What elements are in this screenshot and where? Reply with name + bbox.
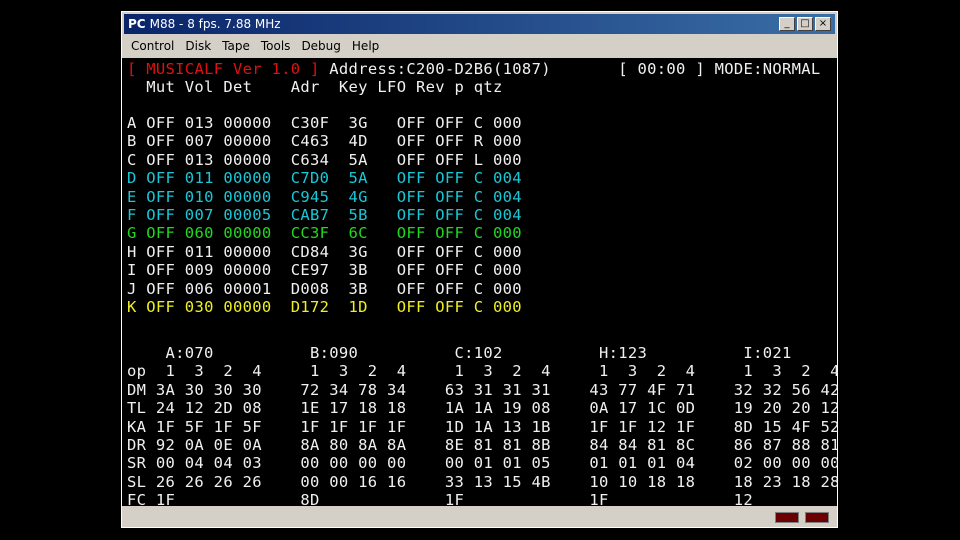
voice-row: DR 92 0A 0E 0A 8A 80 8A 8A 8E 81 81 8B 8… [127, 436, 837, 454]
channel-data: OFF 013 00000 C30F 3G OFF OFF C 000 [146, 114, 522, 132]
voice-row: SL 26 26 26 26 00 00 16 16 33 13 15 4B 1… [127, 472, 837, 491]
menu-tools[interactable]: Tools [261, 39, 291, 53]
address-readout: Address:C200-D2B6(1087) [329, 60, 551, 78]
channel-data: OFF 007 00000 C463 4D OFF OFF R 000 [146, 132, 522, 151]
channel-id: G [127, 224, 137, 243]
voice-header: A:070 B:090 C:102 H:123 I:021 J:090 [165, 344, 792, 362]
voice-row: TL 24 12 2D 08 1E 17 18 18 1A 1A 19 08 0… [127, 399, 837, 418]
menu-bar: Control Disk Tape Tools Debug Help [124, 36, 835, 56]
drive-led-1 [775, 512, 799, 523]
channel-row: A OFF 013 00000 C30F 3G OFF OFF C 000 [127, 114, 522, 132]
status-bar [124, 508, 835, 526]
channel-id: K [127, 298, 137, 316]
channel-row: G OFF 060 00000 CC3F 6C OFF OFF C 000 [127, 224, 522, 242]
minimize-button[interactable]: _ [779, 17, 795, 31]
voice-row: DM 3A 30 30 30 72 34 78 34 63 31 31 31 4… [127, 380, 837, 399]
channel-row: K OFF 030 00000 D172 1D OFF OFF C 000 [127, 298, 522, 316]
channel-row: B OFF 007 00000 C463 4D OFF OFF R 000 [127, 132, 522, 150]
channel-data: OFF 006 00001 D008 3B OFF OFF C 000 [146, 279, 522, 298]
channel-id: I [127, 261, 137, 280]
channel-id: A [127, 114, 137, 132]
channel-row: I OFF 009 00000 CE97 3B OFF OFF C 000 [127, 261, 522, 279]
menu-tape[interactable]: Tape [222, 39, 250, 53]
channel-data: OFF 009 00000 CE97 3B OFF OFF C 000 [146, 261, 522, 280]
mode-readout: MODE:NORMAL [714, 60, 821, 78]
channel-data: OFF 060 00000 CC3F 6C OFF OFF C 000 [146, 224, 522, 243]
header-line: [ MUSICALF Ver 1.0 ] Address:C200-D2B6(1… [127, 60, 821, 78]
voice-row: FC 1F 8D 1F 1F 12 1F [127, 491, 837, 506]
drive-led-2 [805, 512, 829, 523]
window-title: M88 - 8 fps. 7.88 MHz [149, 17, 281, 31]
channel-id: B [127, 132, 137, 151]
time-readout: [ 00:00 ] [618, 60, 705, 78]
emulator-window: PC M88 - 8 fps. 7.88 MHz _ □ × Control D… [121, 11, 838, 528]
column-header: Mut Vol Det Adr Key LFO Rev p qtz [127, 78, 503, 96]
channel-data: OFF 007 00005 CAB7 5B OFF OFF C 004 [146, 206, 522, 224]
channel-id: H [127, 242, 137, 261]
voice-row: KA 1F 5F 1F 5F 1F 1F 1F 1F 1D 1A 13 1B 1… [127, 417, 837, 436]
channel-data: OFF 010 00000 C945 4G OFF OFF C 004 [146, 187, 522, 206]
voice-row: op 1 3 2 4 1 3 2 4 1 3 2 4 1 3 2 4 1 3 2… [127, 362, 837, 381]
channel-row: E OFF 010 00000 C945 4G OFF OFF C 004 [127, 188, 522, 206]
channel-data: OFF 013 00000 C634 5A OFF OFF L 000 [146, 150, 522, 169]
menu-disk[interactable]: Disk [185, 39, 211, 53]
channel-id: C [127, 150, 137, 169]
channel-id: E [127, 187, 137, 206]
channel-data: OFF 030 00000 D172 1D OFF OFF C 000 [146, 298, 522, 316]
menu-control[interactable]: Control [131, 39, 174, 53]
channel-row: D OFF 011 00000 C7D0 5A OFF OFF C 004 [127, 169, 522, 187]
channel-row: H OFF 011 00000 CD84 3G OFF OFF C 000 [127, 243, 522, 261]
channel-id: D [127, 169, 137, 188]
voice-row: SR 00 04 04 03 00 00 00 00 00 01 01 05 0… [127, 454, 837, 473]
maximize-button[interactable]: □ [797, 17, 813, 31]
channel-data: OFF 011 00000 CD84 3G OFF OFF C 000 [146, 242, 522, 261]
menu-help[interactable]: Help [352, 39, 379, 53]
header-tag: [ [127, 60, 137, 78]
channel-row: C OFF 013 00000 C634 5A OFF OFF L 000 [127, 151, 522, 169]
channel-row: J OFF 006 00001 D008 3B OFF OFF C 000 [127, 280, 522, 298]
title-bar[interactable]: PC M88 - 8 fps. 7.88 MHz _ □ × [124, 14, 835, 34]
channel-data: OFF 011 00000 C7D0 5A OFF OFF C 004 [146, 169, 522, 188]
app-name: MUSICALF Ver 1.0 ] [146, 60, 320, 78]
channel-row: F OFF 007 00005 CAB7 5B OFF OFF C 004 [127, 206, 522, 224]
app-icon[interactable]: PC [128, 17, 146, 31]
channel-id: J [127, 279, 137, 298]
emulator-screen[interactable]: [ MUSICALF Ver 1.0 ] Address:C200-D2B6(1… [122, 58, 837, 506]
menu-debug[interactable]: Debug [301, 39, 340, 53]
channel-id: F [127, 206, 137, 224]
close-button[interactable]: × [815, 17, 831, 31]
